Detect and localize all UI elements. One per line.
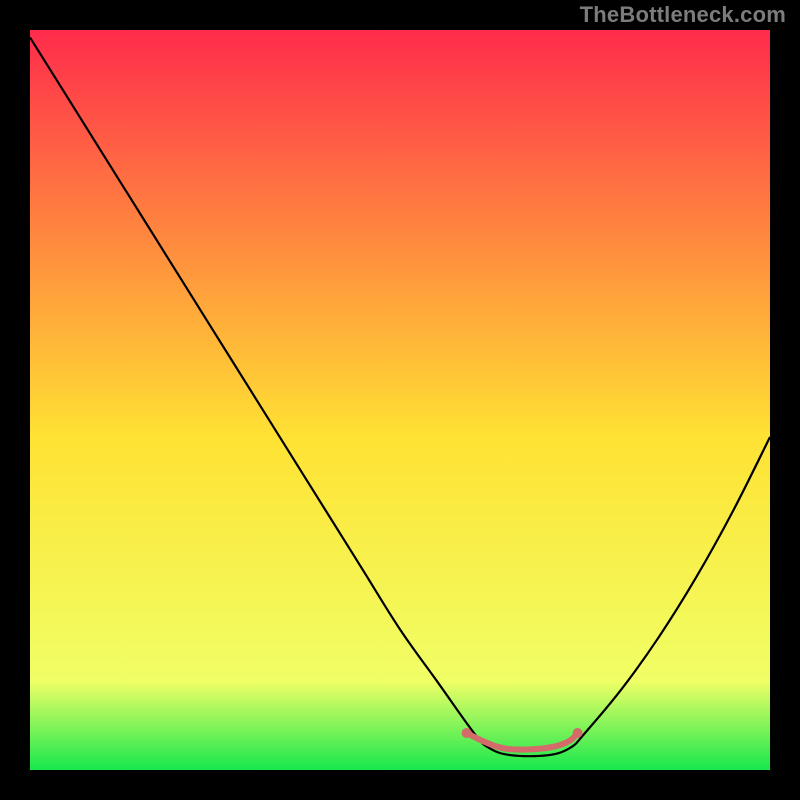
chart-frame: TheBottleneck.com [0, 0, 800, 800]
chart-background [30, 30, 770, 770]
watermark-text: TheBottleneck.com [580, 2, 786, 28]
optimal-band-end-dot [573, 728, 583, 738]
chart-plot-area [30, 30, 770, 770]
chart-svg [30, 30, 770, 770]
optimal-band-end-dot [462, 728, 472, 738]
